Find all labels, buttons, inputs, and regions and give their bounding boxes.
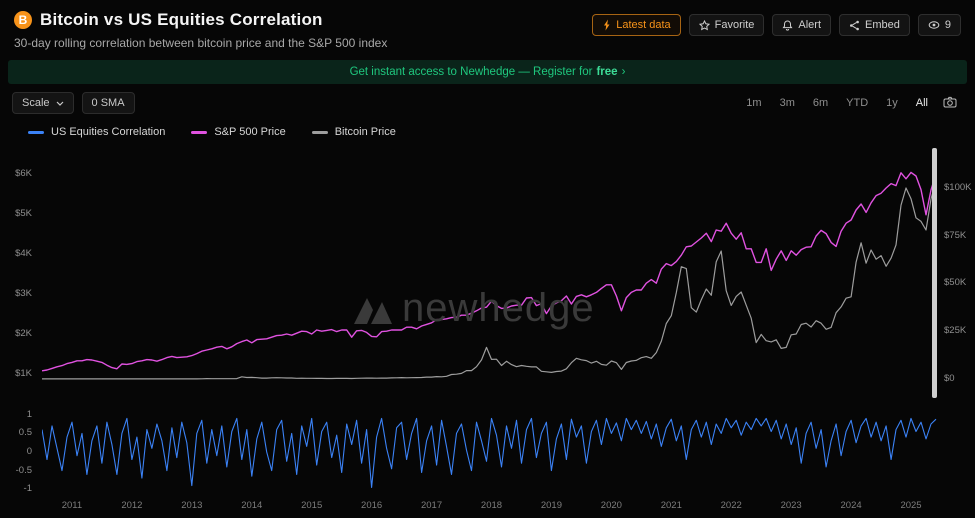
share-icon	[849, 20, 860, 31]
x-axis-label: 2016	[356, 500, 388, 511]
x-axis-labels: 2011 2012 2013 2014 2015 2016 2017 2018 2019 2020…	[0, 500, 975, 514]
banner-arrow-icon: ›	[622, 66, 626, 78]
x-axis-label: 2013	[176, 500, 208, 511]
axis-label: 0.5	[19, 427, 32, 438]
timeframe-1y[interactable]: 1y	[879, 94, 905, 112]
banner-text: Get instant access to Newhedge — Registe…	[350, 66, 593, 78]
eye-icon	[928, 20, 940, 30]
axis-label: -0.5	[16, 465, 32, 476]
price-right-axis: $100K $75K $50K $25K $0	[938, 146, 975, 398]
legend-swatch-1	[191, 131, 207, 134]
timeframe-3m[interactable]: 3m	[773, 94, 802, 112]
legend-swatch-0	[28, 131, 44, 134]
axis-label: $5K	[15, 208, 32, 219]
alert-button[interactable]: Alert	[772, 14, 831, 36]
register-banner[interactable]: Get instant access to Newhedge — Registe…	[8, 60, 967, 84]
sma-button[interactable]: 0 SMA	[82, 92, 135, 114]
x-axis-label: 2018	[475, 500, 507, 511]
scale-dropdown[interactable]: Scale	[12, 92, 74, 114]
axis-label: $25K	[944, 325, 966, 336]
series-S&P 500 Price	[42, 172, 936, 370]
scale-label: Scale	[22, 97, 50, 109]
bolt-icon	[602, 19, 611, 31]
legend-swatch-2	[312, 131, 328, 134]
star-icon	[699, 20, 710, 31]
axis-label: $2K	[15, 328, 32, 339]
sma-label: 0 SMA	[92, 97, 125, 109]
x-axis-label: 2012	[116, 500, 148, 511]
views-count: 9	[945, 19, 951, 31]
legend-item-bitcoin-price[interactable]: Bitcoin Price	[312, 126, 396, 138]
x-axis-label: 2023	[775, 500, 807, 511]
axis-label: $0	[944, 373, 955, 384]
series-US Equities Correlation	[42, 418, 936, 487]
header: B Bitcoin vs US Equities Correlation 30-…	[0, 0, 975, 56]
chart-toolbar: Scale 0 SMA 1m 3m 6m YTD 1y All	[0, 84, 975, 114]
camera-icon	[943, 96, 957, 108]
axis-label: $50K	[944, 277, 966, 288]
axis-label: 1	[27, 409, 32, 420]
legend-label-0: US Equities Correlation	[51, 126, 165, 138]
x-axis-label: 2022	[715, 500, 747, 511]
axis-label: $1K	[15, 368, 32, 379]
axis-label: $3K	[15, 288, 32, 299]
favorite-button[interactable]: Favorite	[689, 14, 765, 36]
alert-label: Alert	[798, 19, 821, 31]
screenshot-button[interactable]	[939, 94, 961, 113]
timeframe-1m[interactable]: 1m	[739, 94, 768, 112]
timeframe-all[interactable]: All	[909, 94, 935, 112]
timeframe-6m[interactable]: 6m	[806, 94, 835, 112]
latest-data-label: Latest data	[616, 19, 670, 31]
legend-item-us-equities-correlation[interactable]: US Equities Correlation	[28, 126, 165, 138]
x-axis-label: 2021	[655, 500, 687, 511]
x-axis-label: 2020	[595, 500, 627, 511]
chart-scrollbar[interactable]	[932, 148, 937, 398]
page-title: Bitcoin vs US Equities Correlation	[40, 10, 323, 30]
bitcoin-icon: B	[14, 11, 32, 29]
series-Bitcoin Price	[42, 180, 936, 379]
price-left-axis: $6K $5K $4K $3K $2K $1K	[0, 146, 40, 398]
x-axis-label: 2025	[895, 500, 927, 511]
chart-legend: US Equities Correlation S&P 500 Price Bi…	[0, 114, 975, 138]
correlation-left-axis: 1 0.5 0 -0.5 -1	[0, 408, 40, 496]
x-axis-label: 2024	[835, 500, 867, 511]
banner-highlight: free	[596, 66, 617, 78]
header-actions: Latest data Favorite Alert Embed 9	[592, 14, 961, 36]
axis-label: $75K	[944, 230, 966, 241]
x-axis-label: 2019	[535, 500, 567, 511]
bell-icon	[782, 20, 793, 31]
axis-label: 0	[27, 446, 32, 457]
x-axis-label: 2015	[296, 500, 328, 511]
chevron-down-icon	[56, 101, 64, 106]
axis-label: $4K	[15, 248, 32, 259]
views-button[interactable]: 9	[918, 14, 961, 36]
x-axis-label: 2017	[416, 500, 448, 511]
embed-button[interactable]: Embed	[839, 14, 910, 36]
price-chart-svg[interactable]	[42, 146, 938, 398]
axis-label: $6K	[15, 168, 32, 179]
legend-label-1: S&P 500 Price	[214, 126, 285, 138]
axis-label: $100K	[944, 182, 971, 193]
timeframe-ytd[interactable]: YTD	[839, 94, 875, 112]
legend-label-2: Bitcoin Price	[335, 126, 396, 138]
latest-data-button[interactable]: Latest data	[592, 14, 680, 36]
axis-label: -1	[24, 483, 32, 494]
favorite-label: Favorite	[715, 19, 755, 31]
page-subtitle: 30-day rolling correlation between bitco…	[14, 36, 387, 50]
chart-region: $6K$5K$4K$3K$2K$1K $100K$75K$50K$25K$0 n…	[0, 146, 975, 514]
correlation-chart-svg[interactable]	[42, 408, 938, 496]
x-axis-label: 2014	[236, 500, 268, 511]
embed-label: Embed	[865, 19, 900, 31]
legend-item-sp500-price[interactable]: S&P 500 Price	[191, 126, 285, 138]
x-axis-label: 2011	[56, 500, 88, 511]
